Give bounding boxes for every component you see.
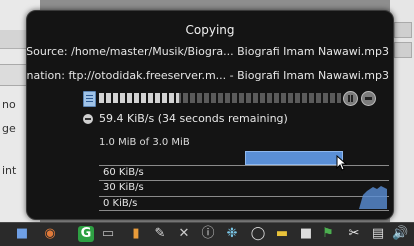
speed-text: 59.4 KiB/s (34 seconds remaining) [99,112,288,125]
info-icon[interactable]: ⓘ [200,226,216,242]
copy-progress-dialog: Copying Source: /home/master/Musik/Biogr… [26,10,394,220]
folder-icon[interactable]: ▬ [274,226,290,242]
pause-icon[interactable] [343,91,358,106]
size-text: 1.0 MiB of 3.0 MiB [99,137,190,148]
browser-icon[interactable]: ◉ [42,226,58,242]
mouse-cursor-icon [336,155,348,171]
scissors-icon[interactable]: ✂ [346,226,362,242]
flag-icon[interactable]: ⚑ [320,226,336,242]
graph-label-30: 30 KiB/s [103,182,144,193]
clipboard-icon[interactable]: ▤ [370,226,386,242]
background-tab [394,42,412,58]
dialog-title: Copying [185,23,235,37]
tools-icon[interactable]: ✕ [176,226,192,242]
editor-icon[interactable]: ✎ [152,226,168,242]
stop-icon[interactable] [361,91,376,106]
disk-icon[interactable]: ◯ [250,226,266,242]
file-icon [83,91,96,107]
progress-bar [99,93,341,103]
drive-icon[interactable]: ■ [298,226,314,242]
g-app-icon[interactable]: G [78,226,94,242]
graph-label-0: 0 KiB/s [103,198,138,209]
speed-history-bar [245,151,343,165]
volume-icon[interactable]: 🔊 [392,226,408,242]
book-icon[interactable]: ▮ [128,226,144,242]
terminal-icon[interactable]: ▭ [100,226,116,242]
network-icon[interactable]: ❉ [224,226,240,242]
graph-gridline [99,180,389,181]
progress-fill [99,93,179,103]
destination-path: Destination: ftp://otodidak.freeserver.m… [26,69,389,82]
background-tab [394,22,412,38]
graph-label-60: 60 KiB/s [103,167,144,178]
speed-spike [359,186,387,209]
graph-gridline [99,196,389,197]
source-path: Source: /home/master/Musik/Biogra... Bio… [26,45,389,58]
graph-gridline [99,210,389,211]
taskbar: ■ ◉ G ▭ ▮ ✎ ✕ ⓘ ❉ ◯ ▬ ■ ⚑ ✂ ▤ 🔊 [0,222,414,246]
collapse-details-button[interactable] [83,114,93,124]
progress-row [83,91,376,107]
start-icon[interactable]: ■ [14,226,30,242]
